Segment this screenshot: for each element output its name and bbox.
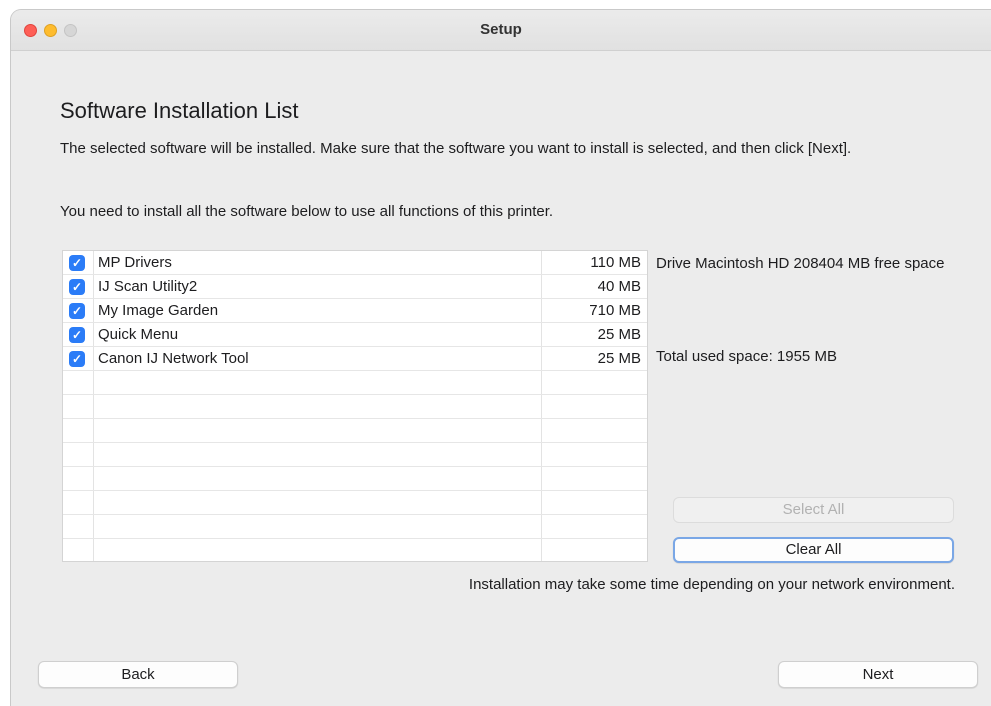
drive-free-space: Drive Macintosh HD 208404 MB free space (656, 255, 945, 272)
empty-row (63, 515, 647, 539)
software-size: 110 MB (590, 254, 641, 271)
software-row[interactable]: ✓ Quick Menu 25 MB (63, 323, 647, 347)
software-size: 25 MB (597, 326, 641, 343)
next-button[interactable]: Next (778, 661, 978, 688)
empty-row (63, 491, 647, 515)
window-title: Setup (480, 21, 522, 38)
empty-row (63, 419, 647, 443)
description-text-2: You need to install all the software bel… (60, 203, 554, 220)
software-name: Canon IJ Network Tool (98, 350, 249, 367)
total-used-space: Total used space: 1955 MB (656, 348, 837, 365)
software-row[interactable]: ✓ IJ Scan Utility2 40 MB (63, 275, 647, 299)
software-name: MP Drivers (98, 254, 172, 271)
checkbox[interactable]: ✓ (69, 255, 85, 271)
back-button[interactable]: Back (38, 661, 238, 688)
checkbox[interactable]: ✓ (69, 351, 85, 367)
empty-row (63, 395, 647, 419)
software-row[interactable]: ✓ My Image Garden 710 MB (63, 299, 647, 323)
software-name: IJ Scan Utility2 (98, 278, 198, 295)
page-title: Software Installation List (60, 98, 299, 123)
software-row[interactable]: ✓ Canon IJ Network Tool 25 MB (63, 347, 647, 371)
software-size: 40 MB (597, 278, 641, 295)
empty-row (63, 371, 647, 395)
software-name: My Image Garden (98, 302, 219, 319)
software-size: 25 MB (597, 350, 641, 367)
empty-row (63, 443, 647, 467)
installation-note: Installation may take some time dependin… (468, 576, 955, 593)
empty-row (63, 467, 647, 491)
software-list[interactable]: ✓ MP Drivers 110 MB ✓ IJ Scan Utility2 4… (62, 250, 648, 562)
select-all-button[interactable]: Select All (673, 497, 954, 523)
checkbox[interactable]: ✓ (69, 327, 85, 343)
description-text: The selected software will be installed.… (60, 140, 852, 157)
software-row[interactable]: ✓ MP Drivers 110 MB (63, 251, 647, 275)
title-bar[interactable]: Setup (11, 10, 991, 51)
software-name: Quick Menu (98, 326, 179, 343)
setup-window: Setup Software Installation List The sel… (11, 10, 991, 706)
clear-all-button[interactable]: Clear All (673, 537, 954, 563)
checkbox[interactable]: ✓ (69, 279, 85, 295)
software-size: 710 MB (589, 302, 641, 319)
checkbox[interactable]: ✓ (69, 303, 85, 319)
